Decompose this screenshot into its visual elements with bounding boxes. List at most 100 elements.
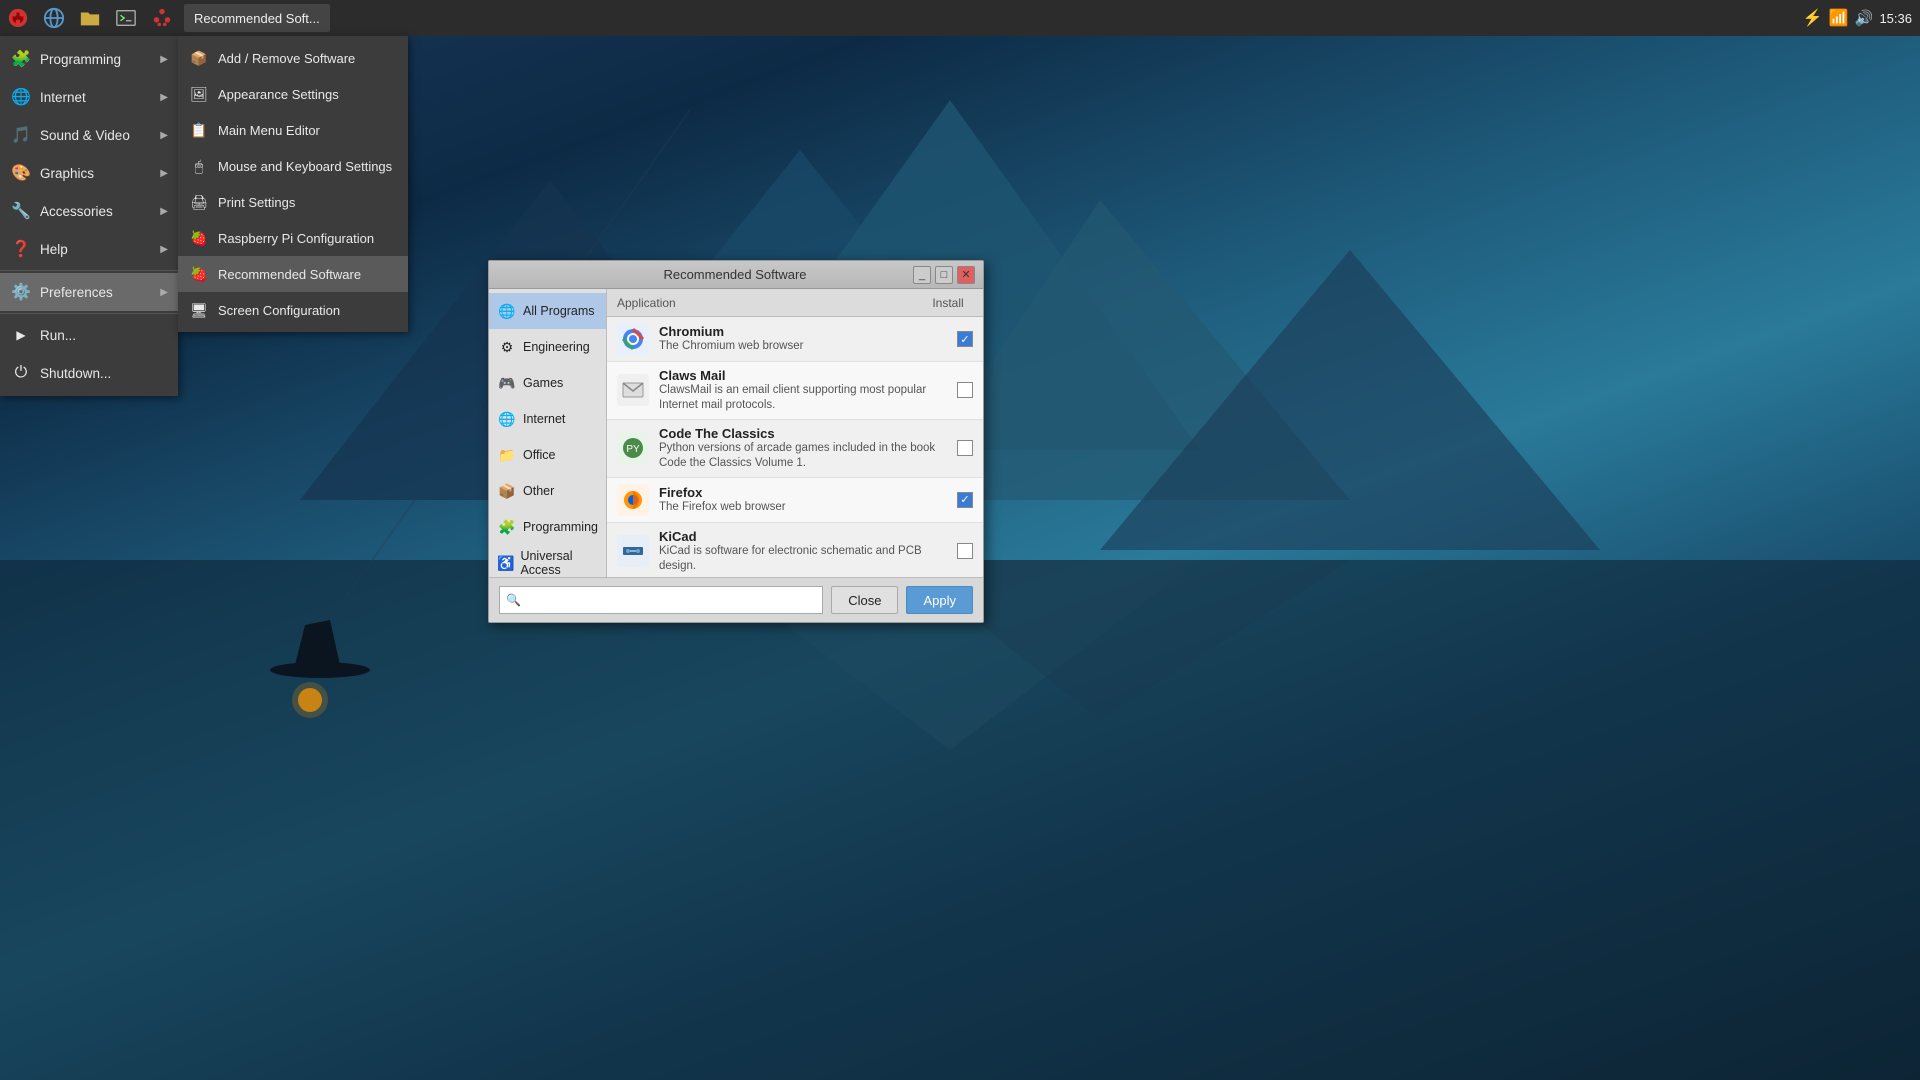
cat-item-engineering[interactable]: ⚙ Engineering	[489, 329, 606, 365]
clock: 15:36	[1879, 11, 1912, 26]
menu-item-shutdown[interactable]: ⏻ Shutdown...	[0, 354, 178, 392]
kicad-icon	[617, 535, 649, 567]
clawsmail-name: Claws Mail	[659, 368, 949, 383]
menu-item-preferences[interactable]: ⚙️ Preferences ▶	[0, 273, 178, 311]
menu-item-programming[interactable]: 🧩 Programming ▶	[0, 40, 178, 78]
kicad-checkbox[interactable]	[957, 543, 973, 559]
cat-games-icon: 🎮	[497, 373, 517, 393]
app-row-clawsmail: Claws Mail ClawsMail is an email client …	[607, 362, 983, 420]
menu-item-help[interactable]: ❓ Help ▶	[0, 230, 178, 268]
submenu-mouse-keyboard[interactable]: 🖱 Mouse and Keyboard Settings	[178, 148, 408, 184]
submenu-rpi-config-label: Raspberry Pi Configuration	[218, 231, 374, 246]
submenu-main-menu-editor[interactable]: 📋 Main Menu Editor	[178, 112, 408, 148]
rec-window-title: Recommended Software	[557, 267, 913, 282]
sound-video-icon: 🎵	[10, 124, 32, 146]
cat-universal-icon: ♿	[497, 553, 514, 573]
submenu-print[interactable]: 🖨 Print Settings	[178, 184, 408, 220]
main-menu-editor-icon: 📋	[188, 119, 210, 141]
globe-icon[interactable]	[36, 0, 72, 36]
apply-button[interactable]: Apply	[906, 586, 973, 614]
app-row-firefox: Firefox The Firefox web browser ✓	[607, 478, 983, 523]
close-button[interactable]: ✕	[957, 266, 975, 284]
cat-item-universal[interactable]: ♿ Universal Access	[489, 545, 606, 577]
submenu-appearance[interactable]: 🖼 Appearance Settings	[178, 76, 408, 112]
cat-item-programming[interactable]: 🧩 Programming	[489, 509, 606, 545]
header-application: Application	[617, 296, 923, 310]
minimize-button[interactable]: _	[913, 266, 931, 284]
chromium-checkbox[interactable]: ✓	[957, 331, 973, 347]
preferences-icon: ⚙️	[10, 281, 32, 303]
cat-all-label: All Programs	[523, 304, 595, 318]
taskbar-window-title[interactable]: Recommended Soft...	[184, 4, 330, 32]
menu-item-run[interactable]: ▶ Run...	[0, 316, 178, 354]
cat-all-icon: 🌐	[497, 301, 517, 321]
internet-icon: 🌐	[10, 86, 32, 108]
folder-icon[interactable]	[72, 0, 108, 36]
programming-arrow: ▶	[160, 54, 168, 65]
menu-item-internet-label: Internet	[40, 90, 160, 105]
firefox-name: Firefox	[659, 485, 949, 500]
header-install: Install	[923, 296, 973, 310]
taskbar: Recommended Soft... ⚡ 📶 🔊 15:36	[0, 0, 1920, 36]
help-arrow: ▶	[160, 244, 168, 255]
accessories-arrow: ▶	[160, 206, 168, 217]
menu-divider-2	[0, 313, 178, 314]
menu-item-graphics[interactable]: 🎨 Graphics ▶	[0, 154, 178, 192]
submenu-rpi-config[interactable]: 🍓 Raspberry Pi Configuration	[178, 220, 408, 256]
svg-text:PY: PY	[626, 444, 640, 455]
maximize-button[interactable]: □	[935, 266, 953, 284]
search-box[interactable]: 🔍	[499, 586, 823, 614]
cat-games-label: Games	[523, 376, 563, 390]
kicad-info: KiCad KiCad is software for electronic s…	[659, 529, 949, 574]
cat-engineering-label: Engineering	[523, 340, 590, 354]
cat-item-office[interactable]: 📁 Office	[489, 437, 606, 473]
add-remove-icon: 📦	[188, 47, 210, 69]
category-sidebar: 🌐 All Programs ⚙ Engineering 🎮 Games 🌐 I…	[489, 289, 607, 577]
programming-icon: 🧩	[10, 48, 32, 70]
code-classics-checkbox[interactable]	[957, 440, 973, 456]
cat-engineering-icon: ⚙	[497, 337, 517, 357]
code-classics-name: Code The Classics	[659, 426, 949, 441]
cat-office-label: Office	[523, 448, 555, 462]
firefox-checkbox[interactable]: ✓	[957, 492, 973, 508]
cat-item-all[interactable]: 🌐 All Programs	[489, 293, 606, 329]
screen-config-icon: 🖥	[188, 299, 210, 321]
raspberry-icon[interactable]	[0, 0, 36, 36]
terminal-icon[interactable]	[108, 0, 144, 36]
submenu-rec-software-label: Recommended Software	[218, 267, 361, 282]
cat-item-other[interactable]: 📦 Other	[489, 473, 606, 509]
cat-internet-icon: 🌐	[497, 409, 517, 429]
chromium-name: Chromium	[659, 324, 949, 339]
app-row-code-classics: PY Code The Classics Python versions of …	[607, 420, 983, 478]
submenu-add-remove-label: Add / Remove Software	[218, 51, 355, 66]
rpi-menu-icon[interactable]	[144, 0, 180, 36]
cat-other-label: Other	[523, 484, 554, 498]
code-classics-icon: PY	[617, 432, 649, 464]
accessories-icon: 🔧	[10, 200, 32, 222]
menu-item-run-label: Run...	[40, 328, 168, 343]
close-button-footer[interactable]: Close	[831, 586, 898, 614]
code-classics-info: Code The Classics Python versions of arc…	[659, 426, 949, 471]
kicad-name: KiCad	[659, 529, 949, 544]
app-list-header: Application Install	[607, 289, 983, 317]
clawsmail-checkbox[interactable]	[957, 382, 973, 398]
preferences-arrow: ▶	[160, 287, 168, 298]
rpi-config-icon: 🍓	[188, 227, 210, 249]
cat-item-internet[interactable]: 🌐 Internet	[489, 401, 606, 437]
menu-item-internet[interactable]: 🌐 Internet ▶	[0, 78, 178, 116]
run-icon: ▶	[10, 324, 32, 346]
submenu-add-remove[interactable]: 📦 Add / Remove Software	[178, 40, 408, 76]
menu-item-sound-video[interactable]: 🎵 Sound & Video ▶	[0, 116, 178, 154]
submenu-screen-config[interactable]: 🖥 Screen Configuration	[178, 292, 408, 328]
menu-item-accessories[interactable]: 🔧 Accessories ▶	[0, 192, 178, 230]
clawsmail-desc: ClawsMail is an email client supporting …	[659, 383, 949, 413]
cat-internet-label: Internet	[523, 412, 565, 426]
chromium-desc: The Chromium web browser	[659, 339, 949, 354]
submenu-mouse-keyboard-label: Mouse and Keyboard Settings	[218, 159, 392, 174]
cat-item-games[interactable]: 🎮 Games	[489, 365, 606, 401]
submenu-appearance-label: Appearance Settings	[218, 87, 339, 102]
submenu-rec-software[interactable]: 🍓 Recommended Software	[178, 256, 408, 292]
firefox-info: Firefox The Firefox web browser	[659, 485, 949, 515]
chromium-info: Chromium The Chromium web browser	[659, 324, 949, 354]
cat-other-icon: 📦	[497, 481, 517, 501]
